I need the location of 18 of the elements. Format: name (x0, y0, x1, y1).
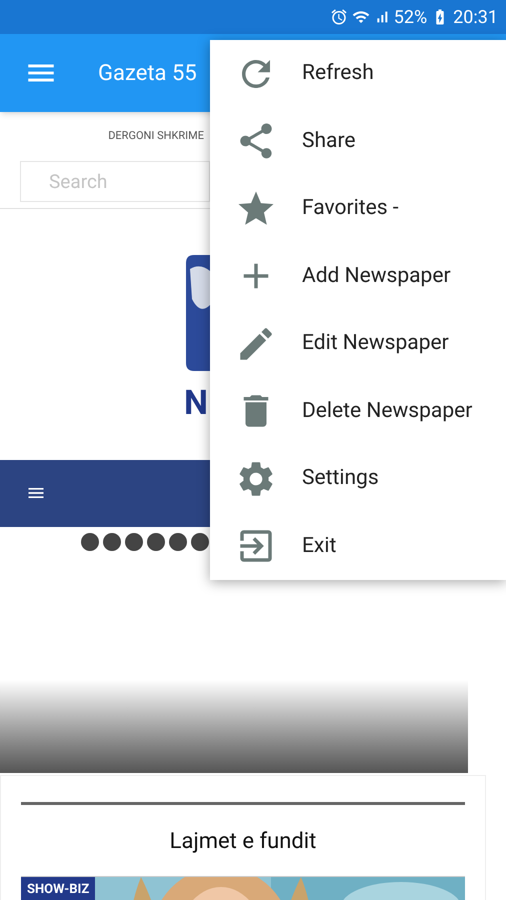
menu-item[interactable]: Refresh (210, 40, 506, 108)
logo-letter: N (184, 382, 209, 424)
logo-icon (186, 254, 210, 370)
menu-item[interactable]: Exit (210, 512, 506, 580)
menu-item[interactable]: Add Newspaper (210, 242, 506, 310)
clock: 20:31 (453, 6, 498, 30)
menu-item[interactable]: Settings (210, 445, 506, 512)
menu-item[interactable]: Edit Newspaper (210, 310, 506, 378)
battery-percent: 52% (394, 6, 428, 30)
menu-item[interactable]: Delete Newspaper (210, 378, 506, 445)
menu-item[interactable]: Favorites - (210, 175, 506, 242)
category-tag: SHOW-BIZ (21, 876, 96, 900)
header-link[interactable]: DERGONI SHKRIME (108, 128, 210, 144)
menu-item[interactable]: Share (210, 108, 506, 175)
alarm-icon (330, 8, 348, 26)
section-title: Lajmet e fundit (168, 828, 318, 856)
search-field[interactable]: Search (20, 160, 210, 202)
app-title: Gazeta 55 (98, 60, 197, 88)
